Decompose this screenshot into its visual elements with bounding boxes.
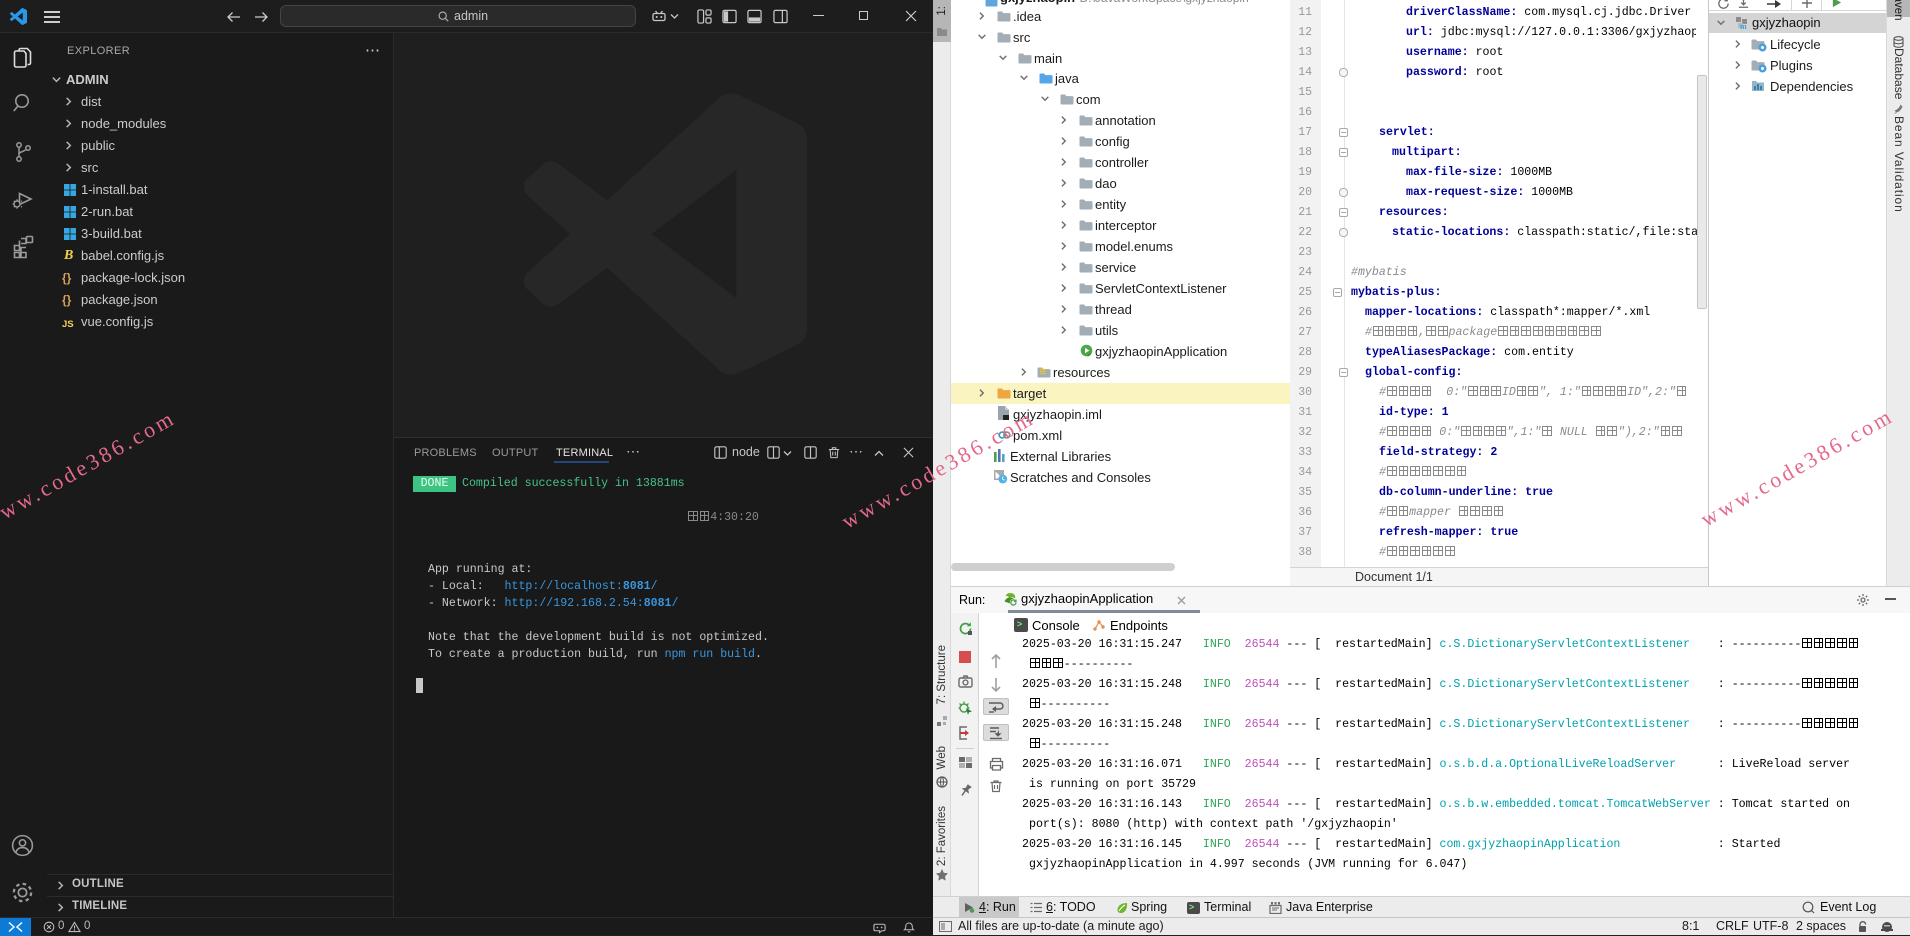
svg-text:m: m — [1740, 22, 1747, 30]
